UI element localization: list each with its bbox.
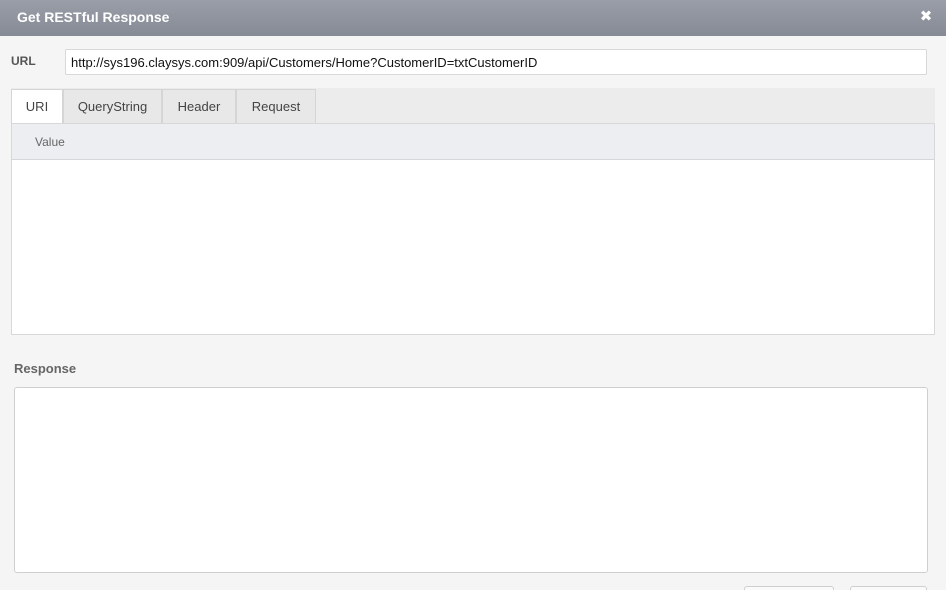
dialog-title: Get RESTful Response	[17, 9, 170, 25]
tab-strip: URI QueryString Header Request	[11, 88, 935, 125]
response-textarea[interactable]	[14, 387, 928, 573]
tab-querystring[interactable]: QueryString	[63, 89, 162, 124]
url-label: URL	[11, 54, 36, 68]
url-input[interactable]	[65, 49, 927, 75]
column-header-value[interactable]: Value	[35, 135, 65, 149]
tab-uri[interactable]: URI	[11, 89, 63, 125]
tab-header[interactable]: Header	[162, 89, 236, 124]
dialog-titlebar: Get RESTful Response ✖	[0, 0, 946, 36]
close-icon[interactable]: ✖	[919, 9, 933, 25]
response-label: Response	[14, 361, 77, 376]
tab-request[interactable]: Request	[236, 89, 316, 124]
footer-button-left[interactable]	[744, 586, 834, 590]
grid-header: Value	[12, 124, 934, 160]
uri-grid: Value	[11, 123, 935, 335]
grid-body	[12, 160, 934, 334]
footer-button-right[interactable]	[850, 586, 927, 590]
